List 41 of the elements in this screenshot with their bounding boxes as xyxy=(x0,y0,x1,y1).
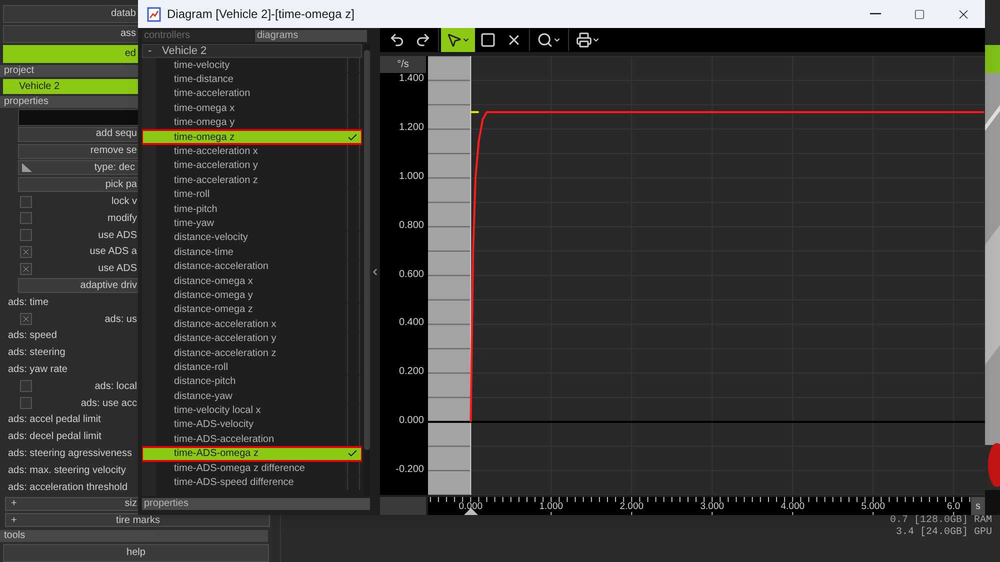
x-tick-label: 2.000 xyxy=(618,502,645,512)
section-label: siz xyxy=(124,497,137,512)
x-tick-label: 5.000 xyxy=(860,502,886,512)
property-label: ads: steering agressiveness xyxy=(8,447,132,462)
y-tick-label: 0.800 xyxy=(398,220,424,231)
y-tick-label: 0.600 xyxy=(398,270,424,280)
property-label: ads: accel pedal limit xyxy=(8,413,101,428)
item-label: use ADS xyxy=(97,228,137,243)
y-tick-label: -0.200 xyxy=(396,464,424,475)
x-tick-label: 1.000 xyxy=(538,502,564,512)
property-label: ads: time xyxy=(8,296,49,310)
section-label: tire marks xyxy=(115,514,161,528)
item-label: modify xyxy=(106,212,137,226)
x-unit-label: s xyxy=(971,497,985,515)
property-label: ads: max. steering velocity xyxy=(8,464,126,478)
x-tick-label: 6.0 xyxy=(946,502,962,512)
y-tick-label: 0.400 xyxy=(398,318,424,328)
y-tick-label: 0.200 xyxy=(398,367,424,378)
x-tick-label: 3.000 xyxy=(699,502,726,512)
item-label: use ADS a xyxy=(88,245,137,260)
y-tick-label: 1.000 xyxy=(398,172,424,182)
property-label: ads: speed xyxy=(8,329,57,344)
item-label: lock v xyxy=(110,195,137,210)
panel-header: tools xyxy=(0,530,268,542)
item-label: ads: use acc xyxy=(80,396,137,411)
x-tick-label: 0.000 xyxy=(458,502,484,512)
item-label: ads: local xyxy=(94,380,137,394)
status-text: 3.4 [24.0GB] GPU xyxy=(896,527,992,539)
property-label: ads: yaw rate xyxy=(8,363,68,378)
item-label: ads: us xyxy=(104,312,137,327)
property-label: ads: acceleration threshold xyxy=(8,480,128,495)
tree-label: Vehicle 2 xyxy=(162,44,207,59)
y-tick-label: 0.000 xyxy=(398,416,424,426)
x-tick-label: 4.000 xyxy=(780,502,806,512)
property-label: ads: decel pedal limit xyxy=(8,430,102,444)
y-tick-label: 1.200 xyxy=(398,123,424,134)
item-label: use ADS xyxy=(97,262,137,276)
status-text: 0.7 [128.0GB] RAM xyxy=(890,515,992,526)
y-tick-label: 1.400 xyxy=(398,74,424,84)
property-label: ads: steering xyxy=(8,346,66,360)
y-unit-label: °/s xyxy=(380,56,426,73)
